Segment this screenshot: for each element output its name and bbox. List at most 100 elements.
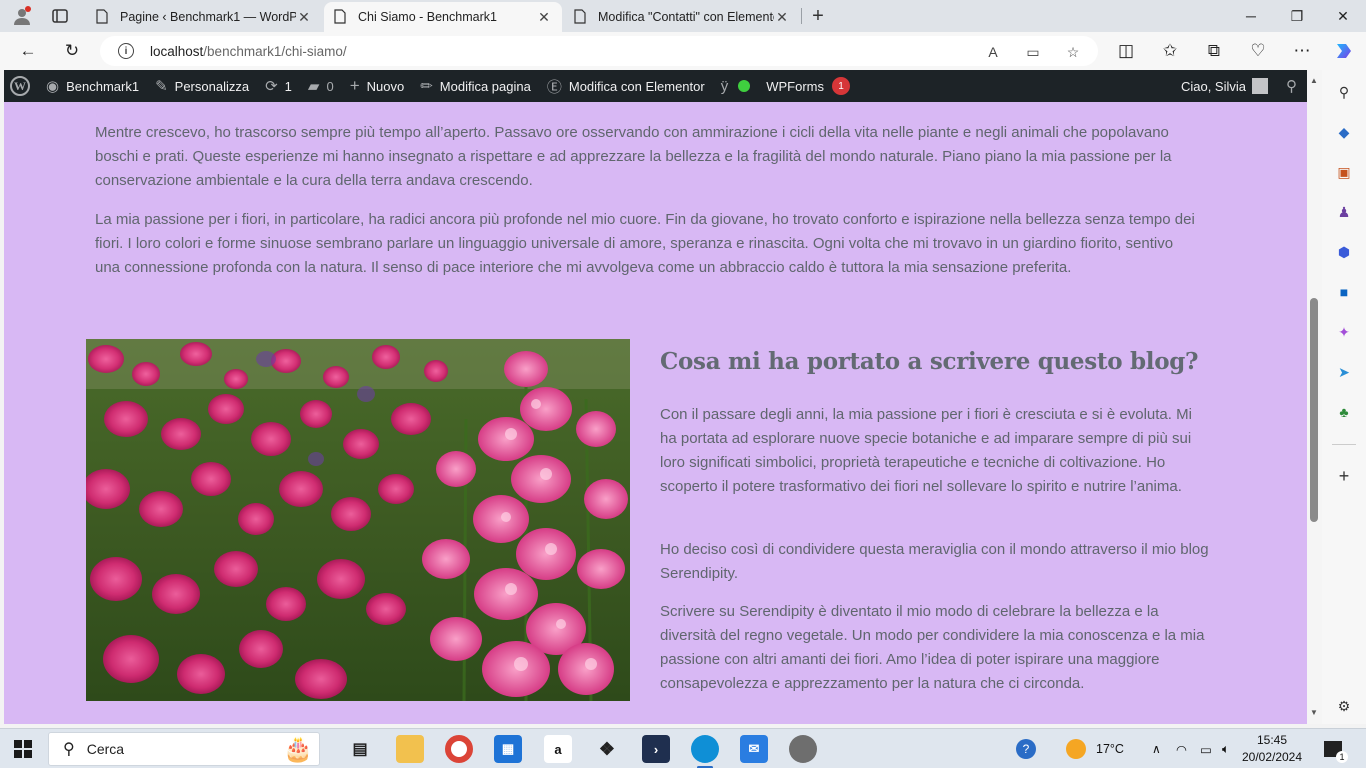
wordpress-logo-icon: W bbox=[10, 76, 30, 96]
page-scrollbar[interactable]: ▲ ▼ bbox=[1307, 70, 1322, 724]
close-window-icon[interactable]: ✕ bbox=[1320, 0, 1366, 32]
comments-link[interactable]: ▰ 0 bbox=[300, 70, 342, 102]
dropbox-icon[interactable]: ❖ bbox=[593, 735, 621, 763]
close-tab-icon[interactable]: ✕ bbox=[296, 9, 312, 26]
comment-icon: ▰ bbox=[307, 78, 320, 95]
tools-briefcase-icon[interactable]: ▣ bbox=[1334, 162, 1354, 182]
immersive-reader-icon[interactable]: ▭ bbox=[1024, 43, 1042, 61]
new-tab-icon[interactable]: + bbox=[804, 4, 832, 28]
refresh-icon[interactable]: ↻ bbox=[58, 37, 86, 65]
address-bar[interactable]: i localhost/benchmark1/chi-siamo/ A ▭ ☆ bbox=[100, 36, 1098, 66]
notification-count: 1 bbox=[1336, 751, 1348, 763]
tab-title: Pagine ‹ Benchmark1 — WordPress bbox=[120, 10, 296, 24]
sidebar-settings-gear-icon[interactable]: ⚙ bbox=[1334, 696, 1354, 716]
avatar bbox=[1252, 78, 1268, 94]
wpforms-notification-badge: 1 bbox=[831, 77, 850, 95]
birthday-cake-icon: 🎂 bbox=[283, 736, 313, 763]
wp-admin-bar: W ◉ Benchmark1 ✎ Personalizza ⟳ 1 ▰ 0 + Nuovo… bbox=[4, 70, 1307, 102]
wpforms-menu[interactable]: WPForms 1 bbox=[758, 70, 858, 102]
close-tab-icon[interactable]: ✕ bbox=[774, 9, 790, 26]
tree-icon[interactable]: ♣ bbox=[1334, 402, 1354, 422]
designer-icon[interactable]: ✦ bbox=[1334, 322, 1354, 342]
minimize-icon[interactable]: ─ bbox=[1228, 0, 1274, 32]
split-screen-icon[interactable]: ◫ bbox=[1112, 37, 1140, 65]
tab-chi-siamo[interactable]: Chi Siamo - Benchmark1 ✕ bbox=[324, 2, 562, 32]
windows-start-icon[interactable] bbox=[14, 740, 32, 758]
file-explorer-icon[interactable] bbox=[396, 735, 424, 763]
tab-modifica-contatti[interactable]: Modifica "Contatti" con Elementor ✕ bbox=[564, 2, 800, 32]
tray-overflow-chevron-icon[interactable]: ∧ bbox=[1152, 729, 1161, 768]
back-icon[interactable]: ← bbox=[14, 37, 42, 65]
edge-icon[interactable] bbox=[691, 735, 719, 763]
url-text: localhost/benchmark1/chi-siamo/ bbox=[150, 44, 347, 59]
games-icon[interactable]: ♟ bbox=[1334, 202, 1354, 222]
search-icon: ⚲ bbox=[1286, 78, 1297, 95]
wpforms-label: WPForms bbox=[766, 78, 824, 94]
site-info-icon[interactable]: i bbox=[118, 43, 134, 59]
url-host: localhost bbox=[150, 43, 204, 59]
wp-logo-menu[interactable]: W bbox=[4, 70, 38, 102]
edit-page-link[interactable]: ✏ Modifica pagina bbox=[412, 70, 539, 102]
blog-story-column: Cosa mi ha portato a scrivere questo blo… bbox=[660, 347, 1212, 707]
microsoft-store-icon[interactable]: ▦ bbox=[494, 735, 522, 763]
site-name-menu[interactable]: ◉ Benchmark1 bbox=[38, 70, 147, 102]
close-tab-icon[interactable]: ✕ bbox=[536, 9, 552, 26]
browser-essentials-icon[interactable]: ♡ bbox=[1244, 37, 1272, 65]
brush-icon: ✎ bbox=[155, 78, 168, 95]
restore-icon[interactable]: ❐ bbox=[1274, 0, 1320, 32]
collections-icon[interactable]: ⧉ bbox=[1200, 37, 1228, 65]
scrollbar-thumb[interactable] bbox=[1310, 298, 1318, 522]
edit-with-elementor-link[interactable]: Ⓔ Modifica con Elementor bbox=[539, 70, 713, 102]
windows-taskbar: ⚲ Cerca 🎂 ▤ ▦ a ❖ › ✉ ? 17°C ∧ ◠ ▭ 🔈︎ 15… bbox=[0, 728, 1366, 768]
more-menu-icon[interactable]: ⋯ bbox=[1288, 37, 1316, 65]
mail-icon[interactable]: ✉ bbox=[740, 735, 768, 763]
favorites-icon[interactable]: ✩ bbox=[1156, 37, 1184, 65]
outlook-icon[interactable]: ■ bbox=[1334, 282, 1354, 302]
favorite-star-icon[interactable]: ☆ bbox=[1064, 43, 1082, 61]
notification-center-icon[interactable]: 1 bbox=[1324, 729, 1348, 768]
story-paragraph-3: Scrivere su Serendipity è diventato il m… bbox=[660, 603, 1205, 692]
clock-date: 20/02/2024 bbox=[1241, 750, 1303, 764]
battery-icon[interactable]: ▭ bbox=[1200, 729, 1212, 768]
tab-actions-icon[interactable] bbox=[46, 4, 74, 28]
search-placeholder: Cerca bbox=[86, 741, 125, 757]
section-heading: Cosa mi ha portato a scrivere questo blo… bbox=[660, 348, 1199, 375]
customize-link[interactable]: ✎ Personalizza bbox=[147, 70, 257, 102]
amazon-icon[interactable]: a bbox=[544, 735, 572, 763]
new-content-menu[interactable]: + Nuovo bbox=[342, 70, 413, 102]
edit-page-label: Modifica pagina bbox=[439, 78, 531, 94]
updates-link[interactable]: ⟳ 1 bbox=[257, 70, 300, 102]
network-icon[interactable]: ◠ bbox=[1176, 729, 1187, 768]
my-account-menu[interactable]: Ciao, Silvia bbox=[1173, 70, 1276, 102]
adminbar-search[interactable]: ⚲ bbox=[1276, 70, 1307, 102]
scroll-up-arrow-icon[interactable]: ▲ bbox=[1310, 76, 1318, 85]
page-icon bbox=[334, 9, 348, 25]
read-aloud-icon[interactable]: A bbox=[984, 43, 1002, 61]
scroll-down-arrow-icon[interactable]: ▼ bbox=[1310, 708, 1318, 717]
profile-avatar-icon[interactable] bbox=[8, 4, 36, 28]
dashboard-icon: ◉ bbox=[46, 78, 60, 95]
weather-widget[interactable]: 17°C bbox=[1066, 729, 1124, 768]
comments-count: 0 bbox=[326, 78, 334, 94]
github-desktop-icon[interactable] bbox=[789, 735, 817, 763]
greeting-text: Ciao, Silvia bbox=[1180, 78, 1246, 94]
tab-pagine[interactable]: Pagine ‹ Benchmark1 — WordPress ✕ bbox=[86, 2, 322, 32]
task-view-icon[interactable]: ▤ bbox=[346, 735, 374, 763]
add-sidebar-app-icon[interactable]: + bbox=[1334, 466, 1354, 486]
send-icon[interactable]: ➤ bbox=[1334, 362, 1354, 382]
clock[interactable]: 15:45 20/02/2024 bbox=[1240, 732, 1304, 766]
microsoft-365-icon[interactable]: ⬢ bbox=[1334, 242, 1354, 262]
volume-icon[interactable]: 🔈︎ bbox=[1222, 729, 1230, 768]
sidebar-divider bbox=[1332, 444, 1356, 445]
plus-icon: + bbox=[349, 76, 360, 95]
shopping-tag-icon[interactable]: ◆ bbox=[1334, 122, 1354, 142]
sidebar-search-icon[interactable]: ⚲ bbox=[1334, 82, 1354, 102]
yoast-seo-menu[interactable]: ÿ bbox=[713, 70, 759, 102]
copilot-icon[interactable] bbox=[1330, 37, 1358, 65]
powershell-icon[interactable]: › bbox=[642, 735, 670, 763]
story-paragraph-1: Con il passare degli anni, la mia passio… bbox=[660, 406, 1192, 495]
help-icon[interactable]: ? bbox=[1016, 729, 1036, 768]
seo-status-dot bbox=[738, 80, 751, 92]
chrome-icon[interactable] bbox=[445, 735, 473, 763]
taskbar-search-box[interactable]: ⚲ Cerca 🎂 bbox=[48, 732, 320, 766]
